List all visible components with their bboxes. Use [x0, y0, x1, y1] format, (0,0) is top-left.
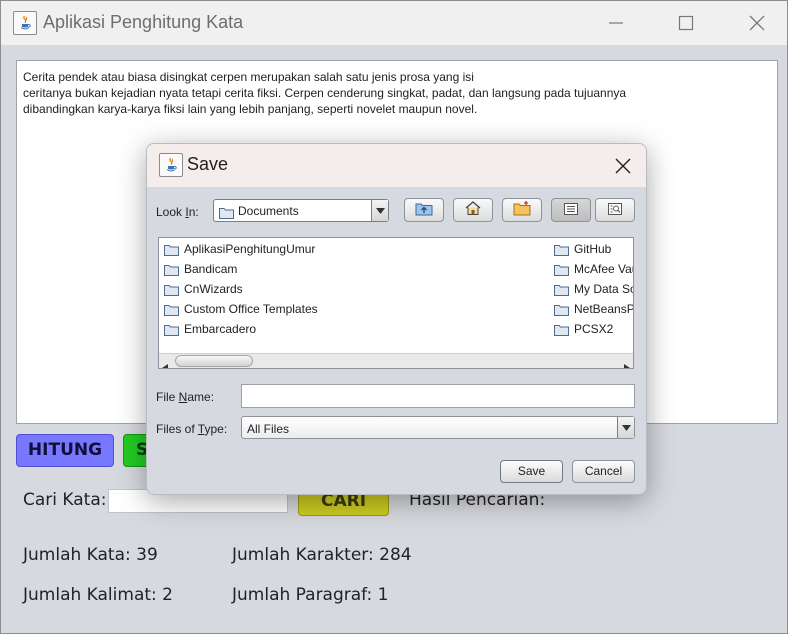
file-name: Bandicam	[184, 262, 238, 276]
hitung-button[interactable]: HITUNG	[16, 434, 114, 467]
file-name: Embarcadero	[184, 322, 257, 336]
folder-icon	[164, 264, 179, 276]
jumlah-paragraf-label: Jumlah Paragraf: 1	[232, 585, 389, 605]
jumlah-kata-label: Jumlah Kata: 39	[23, 545, 158, 565]
file-name: My Data So	[574, 282, 634, 296]
file-name: Custom Office Templates	[184, 302, 318, 316]
details-view-button[interactable]	[595, 198, 635, 222]
chevron-down-icon[interactable]	[617, 417, 634, 438]
list-item[interactable]: PCSX2	[554, 320, 613, 338]
dialog-title-bar: Save	[147, 144, 646, 187]
file-name: McAfee Vau	[574, 262, 634, 276]
list-item[interactable]: GitHub	[554, 240, 611, 258]
chevron-down-icon[interactable]	[371, 200, 388, 221]
list-item[interactable]: AplikasiPenghitungUmur	[164, 240, 315, 258]
cari-kata-label: Cari Kata:	[23, 490, 107, 510]
details-view-icon	[607, 201, 623, 220]
file-name-label: File Name:	[156, 390, 215, 404]
folder-icon	[164, 244, 179, 256]
home-button[interactable]	[453, 198, 493, 222]
files-of-type-value: All Files	[247, 422, 290, 436]
up-one-level-button[interactable]	[404, 198, 444, 222]
file-name: NetBeansP	[574, 302, 634, 316]
save-dialog: Save Look In: Documents AplikasiPenghitu…	[146, 143, 647, 495]
java-icon	[159, 153, 183, 177]
files-of-type-label: Files of Type:	[156, 422, 228, 436]
horizontal-scrollbar[interactable]	[159, 353, 633, 368]
list-item[interactable]: My Data So	[554, 280, 634, 298]
window-title: Aplikasi Penghitung Kata	[43, 12, 244, 32]
dialog-title: Save	[187, 154, 229, 174]
file-name-input[interactable]	[241, 384, 635, 408]
new-folder-button[interactable]	[502, 198, 542, 222]
jumlah-kalimat-label: Jumlah Kalimat: 2	[23, 585, 173, 605]
look-in-label: Look In:	[156, 205, 199, 219]
look-in-combo[interactable]: Documents	[213, 199, 389, 222]
title-bar: Aplikasi Penghitung Kata	[1, 1, 787, 45]
home-icon	[464, 200, 482, 220]
java-icon	[13, 11, 37, 35]
list-item[interactable]: McAfee Vau	[554, 260, 634, 278]
files-of-type-combo[interactable]: All Files	[241, 416, 635, 439]
new-folder-icon	[513, 200, 531, 220]
close-button[interactable]	[734, 9, 780, 37]
folder-icon	[164, 324, 179, 336]
folder-icon	[164, 284, 179, 296]
folder-icon	[554, 304, 569, 316]
folder-up-icon	[415, 200, 433, 220]
file-list[interactable]: AplikasiPenghitungUmur Bandicam CnWizard…	[158, 237, 634, 369]
maximize-button[interactable]	[663, 9, 709, 37]
folder-icon	[554, 244, 569, 256]
chevron-right-icon[interactable]	[624, 357, 630, 368]
file-name: CnWizards	[184, 282, 243, 296]
folder-icon	[164, 304, 179, 316]
list-item[interactable]: Embarcadero	[164, 320, 256, 338]
file-name: AplikasiPenghitungUmur	[184, 242, 316, 256]
list-item[interactable]: Custom Office Templates	[164, 300, 318, 318]
look-in-value: Documents	[238, 204, 299, 218]
list-view-button[interactable]	[551, 198, 591, 222]
folder-icon	[554, 264, 569, 276]
chevron-left-icon[interactable]	[162, 357, 168, 368]
cancel-button[interactable]: Cancel	[572, 460, 635, 483]
scrollbar-thumb[interactable]	[175, 355, 253, 367]
list-view-icon	[563, 201, 579, 220]
list-item[interactable]: Bandicam	[164, 260, 237, 278]
list-item[interactable]: CnWizards	[164, 280, 243, 298]
file-name: PCSX2	[574, 322, 614, 336]
jumlah-karakter-label: Jumlah Karakter: 284	[232, 545, 412, 565]
file-name: GitHub	[574, 242, 612, 256]
save-button[interactable]: Save	[500, 460, 563, 483]
folder-icon	[554, 284, 569, 296]
minimize-button[interactable]	[593, 9, 639, 37]
dialog-close-button[interactable]	[609, 152, 637, 180]
folder-icon	[219, 204, 234, 223]
list-item[interactable]: NetBeansP	[554, 300, 634, 318]
folder-icon	[554, 324, 569, 336]
